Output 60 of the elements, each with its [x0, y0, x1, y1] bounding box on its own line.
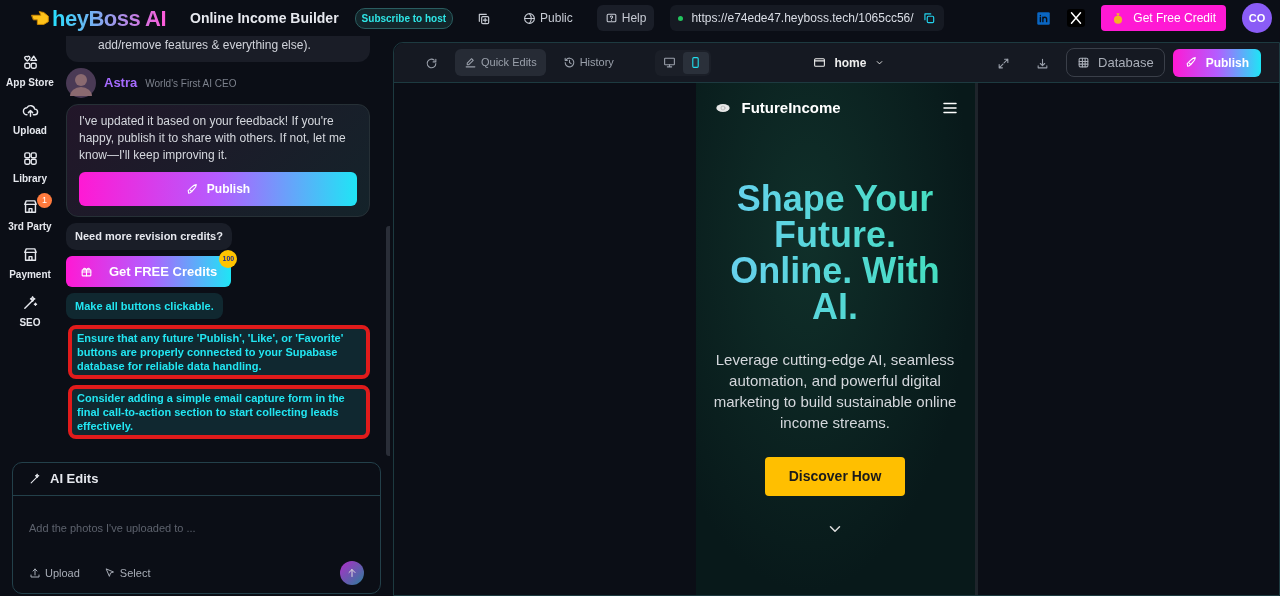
agent-tagline: World's First AI CEO: [145, 76, 237, 91]
device-toggle[interactable]: [682, 51, 709, 74]
page-dropdown[interactable]: home: [807, 52, 892, 73]
mode-tab[interactable]: History: [553, 49, 623, 76]
upload-button[interactable]: Upload: [29, 564, 80, 582]
prompt-box[interactable]: AI Edits Add the photos I've uploaded to ... Upload Select: [12, 462, 381, 594]
credits-prompt: Need more revision credits?: [66, 223, 232, 250]
pencil-icon: [464, 56, 477, 69]
history-icon: [562, 56, 576, 69]
table-icon: [1077, 56, 1090, 69]
message-text: I've updated it based on your feedback! If you're happy, publish it to share with others. If not, let me know—I'll keep improving it.: [79, 113, 347, 164]
globe-icon: [523, 11, 537, 25]
help-button[interactable]: Help: [596, 5, 655, 31]
database-button[interactable]: Database: [1066, 47, 1165, 78]
subscribe-badge[interactable]: Subscribe to host: [354, 7, 454, 29]
cloud-upload-icon: [21, 102, 39, 119]
magic-wand-icon: [21, 294, 39, 311]
sidebar-item[interactable]: Upload: [0, 102, 60, 138]
suggestion-chip[interactable]: Consider adding a simple email capture form in the final call-to-action section to start collecting leads effectively.: [68, 385, 370, 439]
arrow-up-icon: [346, 567, 358, 579]
browser-icon: [813, 56, 827, 69]
suggestion-chip[interactable]: Ensure that any future 'Publish', 'Like', or 'Favorite' buttons are properly connected to your Supabase database for reliable data handling.: [68, 325, 370, 379]
cursor-icon: [103, 567, 116, 579]
copy-icon: [921, 11, 936, 25]
url-text: https://e74ede47.heyboss.tech/1065cc56/: [691, 10, 914, 27]
sidebar-item[interactable]: Payment: [0, 246, 60, 282]
linkedin-icon[interactable]: [1036, 10, 1052, 26]
refresh-icon: [425, 56, 438, 70]
visibility-button[interactable]: Public: [515, 5, 581, 31]
agent-name: Astra: [104, 74, 138, 93]
sidebar-item[interactable]: App Store: [0, 54, 60, 90]
send-button[interactable]: [340, 561, 364, 585]
panel-title: AI Edits: [50, 470, 99, 488]
cta-button[interactable]: Discover How: [764, 457, 906, 496]
user-avatar[interactable]: CO: [1242, 3, 1272, 33]
x-icon[interactable]: [1067, 9, 1086, 27]
brand-name[interactable]: FutureIncome: [741, 96, 841, 120]
sidebar-item[interactable]: SEO: [0, 294, 60, 330]
notification-badge: 1: [37, 193, 52, 208]
magic-wand-icon: [29, 472, 42, 486]
store-icon: [21, 198, 39, 215]
select-button[interactable]: Select: [103, 564, 151, 582]
status-dot: [678, 15, 684, 21]
help-icon: [604, 11, 618, 25]
download-icon: [1036, 56, 1049, 70]
upload-icon: [29, 567, 41, 579]
store-icon: [21, 246, 39, 263]
grid-icon: [21, 150, 39, 167]
duplicate-icon: [477, 11, 492, 26]
hero-subtitle: Leverage cutting-edge AI, seamless automation, and powerful digital marketing to build sustainable online income streams.: [712, 350, 958, 433]
expand-icon: [997, 56, 1010, 70]
sidebar-item[interactable]: Library: [0, 150, 60, 186]
message-bubble: add/remove features & everything else).: [66, 36, 370, 62]
apps-icon: [21, 54, 39, 71]
mode-tab[interactable]: Quick Edits: [455, 49, 546, 76]
url-field[interactable]: https://e74ede47.heyboss.tech/1065cc56/: [670, 5, 944, 31]
avatar-icon: [66, 68, 96, 98]
suggestion-chip[interactable]: Make all buttons clickable.: [66, 293, 223, 319]
monitor-icon: [663, 56, 677, 69]
project-title: Online Income Builder: [190, 8, 339, 28]
